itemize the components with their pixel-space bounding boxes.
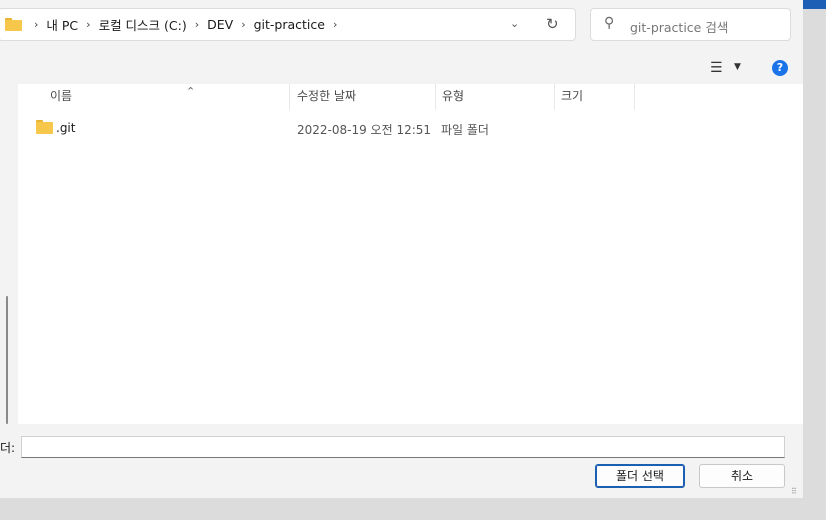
column-header-modified[interactable]: 수정한 날짜 [291,84,436,110]
folder-icon [5,18,22,31]
folder-name-input[interactable] [21,436,785,458]
breadcrumb-item-local-disk[interactable]: 로컬 디스크 (C:) [97,15,189,34]
window-shadow-bottom [0,498,803,520]
column-header-name[interactable]: 이름 ⌃ [44,84,290,110]
file-list[interactable]: 이름 ⌃ 수정한 날짜 유형 크기 .git 2022-08-19 오전 12:… [18,84,803,424]
help-icon[interactable]: ? [772,60,788,76]
file-name: .git [56,121,76,135]
column-header-type[interactable]: 유형 [436,84,555,110]
chevron-right-icon[interactable]: › [189,18,205,31]
chevron-down-icon[interactable]: ⌄ [510,17,519,30]
toolbar: ☰ ▼ ? [0,53,803,83]
file-type: 파일 폴더 [441,123,489,137]
view-dropdown-icon[interactable]: ▼ [734,62,741,72]
select-folder-button[interactable]: 폴더 선택 [595,464,685,488]
chevron-right-icon[interactable]: › [80,18,96,31]
column-size-label: 크기 [561,89,584,103]
address-bar[interactable]: › 내 PC › 로컬 디스크 (C:) › DEV › git-practic… [0,8,576,41]
window-shadow-right [803,9,826,520]
search-placeholder: git-practice 검색 [630,20,729,35]
chevron-right-icon[interactable]: › [28,18,44,31]
folder-field-label: 더: [0,441,16,455]
chevron-right-icon[interactable]: › [327,18,343,31]
list-item[interactable]: .git 2022-08-19 오전 12:51 파일 폴더 [18,118,803,140]
breadcrumb-item-dev[interactable]: DEV [205,17,235,32]
column-name-label: 이름 [50,89,73,103]
breadcrumb-item-pc[interactable]: 내 PC [44,15,80,34]
search-icon: ⚲ [604,15,615,31]
view-options-icon[interactable]: ☰ [710,60,723,76]
breadcrumb: › 내 PC › 로컬 디스크 (C:) › DEV › git-practic… [5,9,343,40]
cancel-button[interactable]: 취소 [699,464,785,488]
background-window-edge [803,0,826,9]
folder-icon [36,120,53,134]
folder-picker-dialog: › 내 PC › 로컬 디스크 (C:) › DEV › git-practic… [0,0,803,498]
column-header-size[interactable]: 크기 [555,84,635,110]
sort-ascending-icon: ⌃ [186,85,196,98]
search-box[interactable]: ⚲ git-practice 검색 [590,8,791,41]
breadcrumb-item-git-practice[interactable]: git-practice [252,17,327,32]
column-modified-label: 수정한 날짜 [297,89,357,103]
refresh-icon[interactable]: ↻ [546,15,559,33]
chevron-right-icon[interactable]: › [235,18,251,31]
scrollbar[interactable] [6,296,8,424]
navigation-pane[interactable] [0,84,15,424]
file-modified: 2022-08-19 오전 12:51 [297,123,432,137]
column-type-label: 유형 [442,89,465,103]
resize-grip-icon[interactable]: ⠿ [791,487,797,496]
